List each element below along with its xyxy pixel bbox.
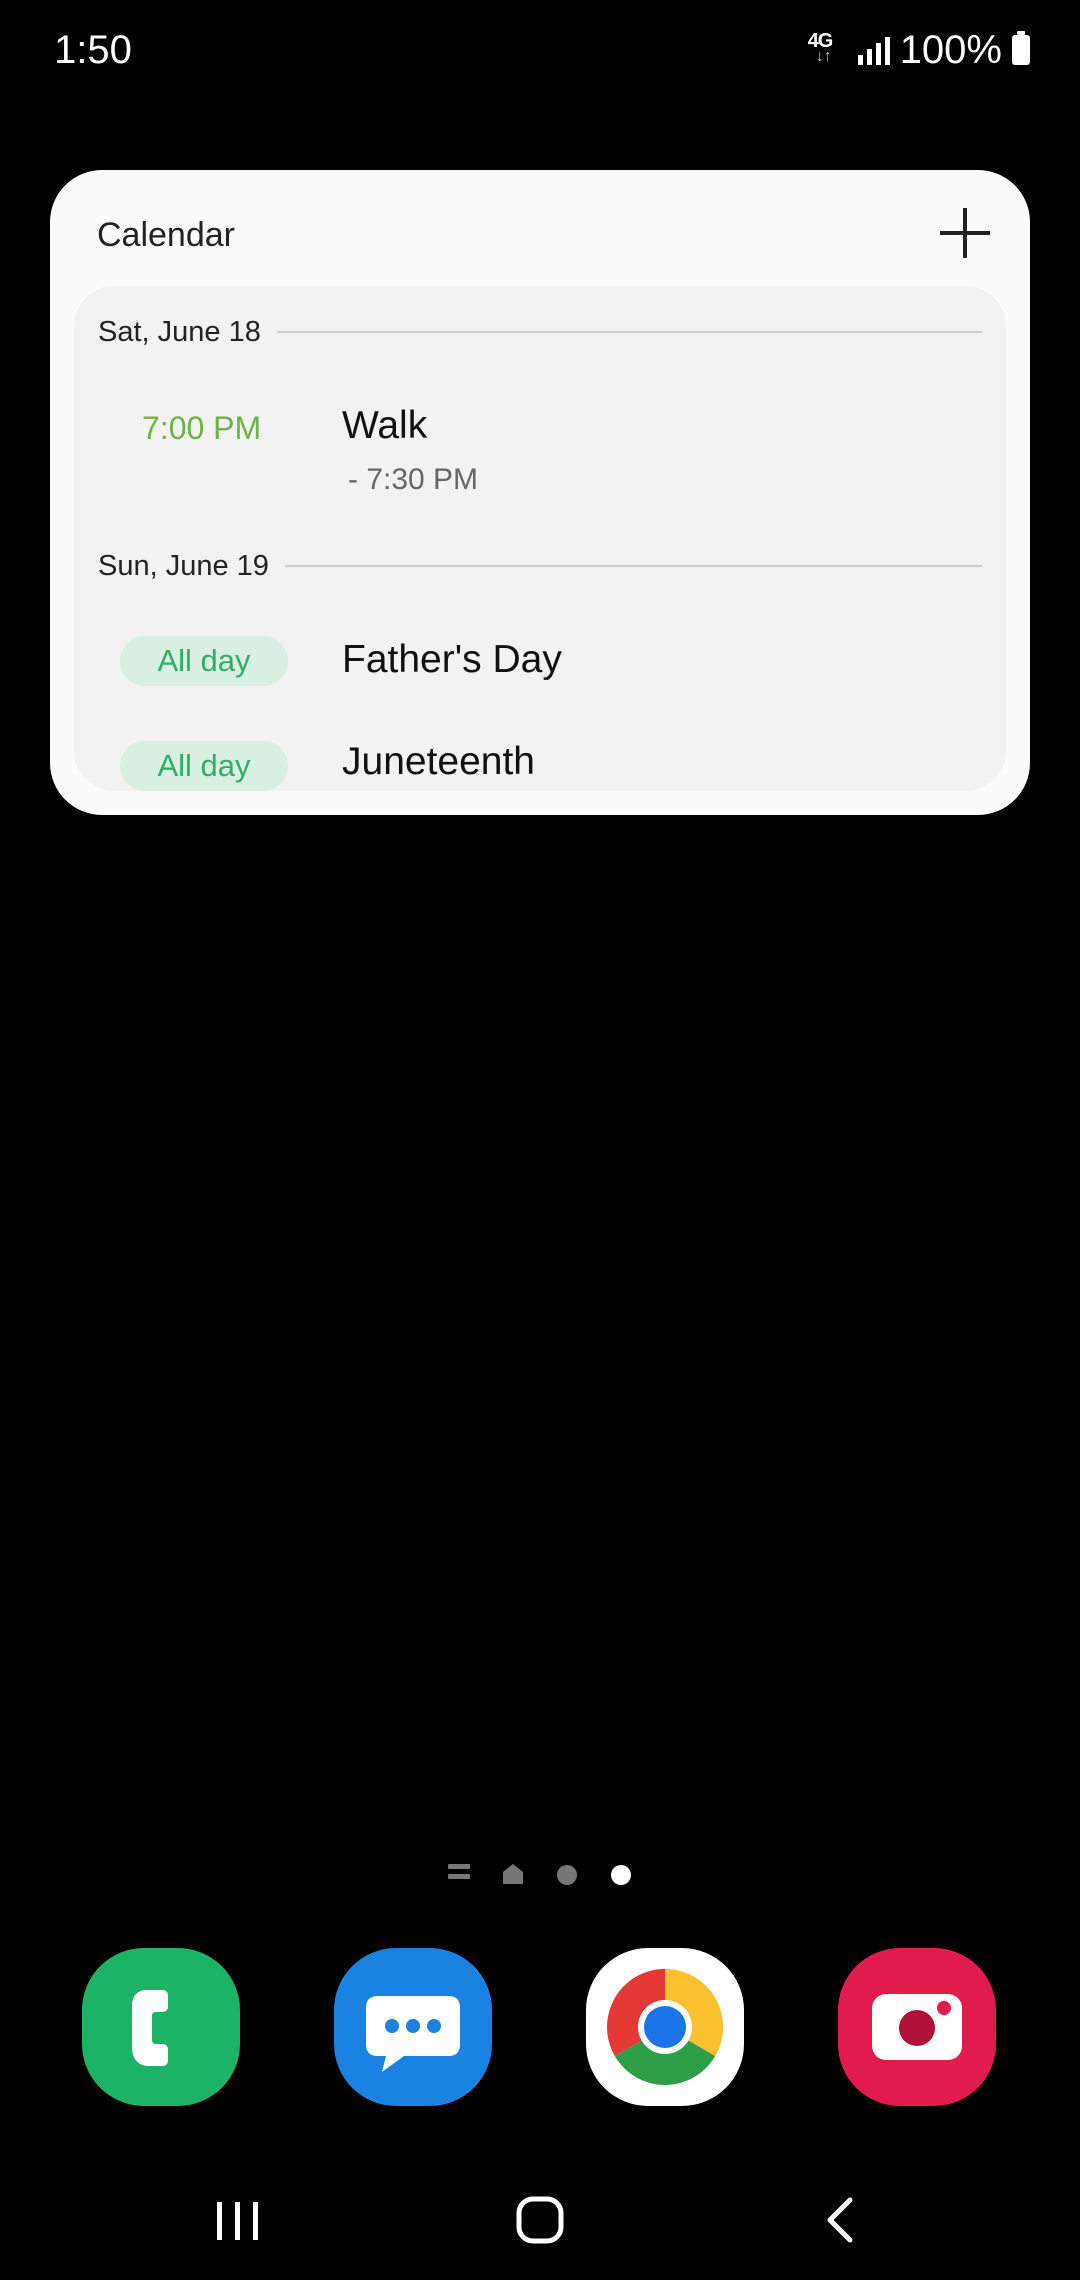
app-drawer-icon[interactable] [448,1864,470,1886]
event-title[interactable]: Walk [342,402,427,450]
home-page-icon[interactable] [502,1862,524,1886]
event-title[interactable]: Father's Day [342,636,562,684]
signal-icon [857,35,890,65]
event-end-time[interactable]: - 7:30 PM [348,460,478,500]
home-screen: 1:50 4G ↓↑ 100% Calendar Sat, June 18 7:… [0,0,1080,2280]
event-title[interactable]: Juneteenth [342,738,535,786]
page-indicator[interactable] [0,1850,1080,1900]
page-dot[interactable] [611,1865,631,1885]
date-label: Sun, June 19 [98,549,269,582]
status-icons: 4G ↓↑ 100% [808,24,1030,76]
navigation-bar [0,2160,1080,2280]
messages-icon[interactable] [334,1948,492,2106]
date-header: Sat, June 18 [98,312,982,352]
event-list[interactable]: Sat, June 18 7:00 PM Walk - 7:30 PM Sun,… [74,286,1006,791]
date-label: Sat, June 18 [98,315,261,348]
recents-button[interactable] [198,2180,278,2260]
widget-title[interactable]: Calendar [97,210,235,260]
page-dot[interactable] [557,1865,577,1885]
data-arrows-icon: ↓↑ [815,48,832,65]
phone-icon[interactable] [82,1948,240,2106]
date-divider [276,331,982,333]
status-bar: 1:50 4G ↓↑ 100% [0,0,1080,100]
calendar-widget[interactable]: Calendar Sat, June 18 7:00 PM Walk - 7:3… [50,170,1030,815]
battery-icon [1012,31,1030,65]
back-button[interactable] [802,2180,882,2260]
date-divider [284,565,982,567]
all-day-badge[interactable]: All day [120,741,288,791]
battery-level: 100% [899,28,1002,72]
all-day-badge[interactable]: All day [120,636,288,686]
event-time[interactable]: 7:00 PM [142,408,261,448]
home-button[interactable] [500,2180,580,2260]
network-4g-icon: 4G ↓↑ [808,31,848,69]
date-header: Sun, June 19 [98,546,982,586]
camera-icon[interactable] [838,1948,996,2106]
add-event-button[interactable] [930,198,1000,268]
status-time: 1:50 [54,28,132,72]
chrome-icon[interactable] [586,1948,744,2106]
